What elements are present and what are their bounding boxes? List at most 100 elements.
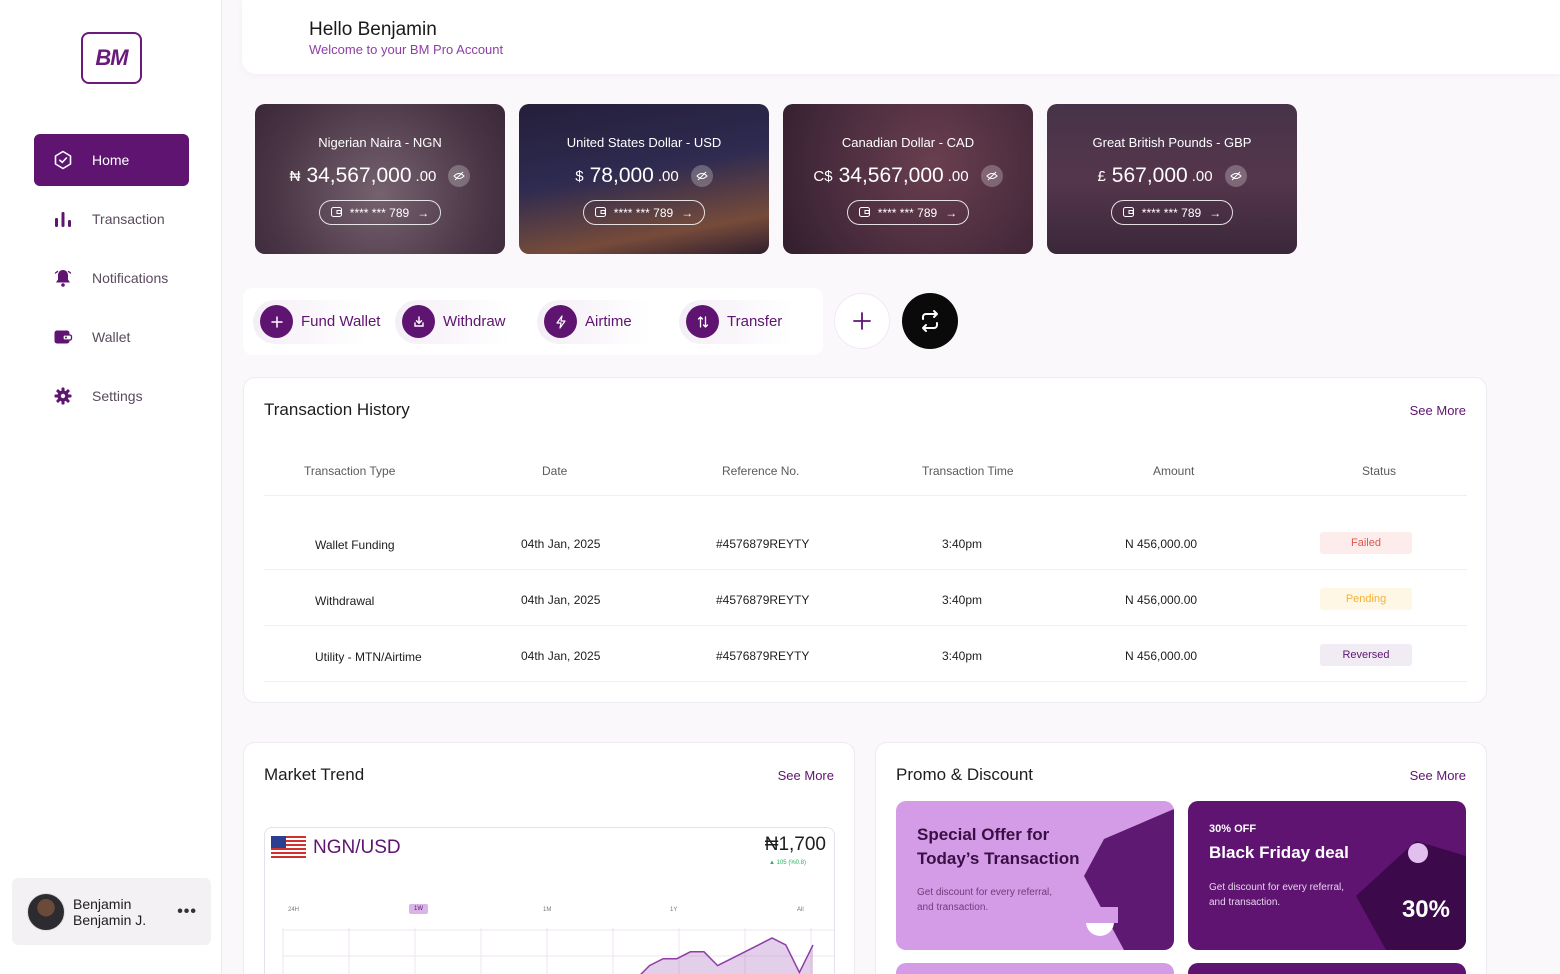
rate-change: ▲ 105 (%0.8) [769, 860, 806, 866]
sidebar-item-label: Transaction [92, 211, 165, 227]
column-header: Reference No. [722, 464, 800, 478]
column-header: Transaction Type [304, 464, 396, 478]
balance-amount: 78,000 [589, 164, 654, 187]
more-options-icon[interactable]: ••• [177, 903, 197, 921]
home-icon [52, 149, 74, 171]
promo-title: Black Friday deal [1209, 843, 1349, 862]
sidebar-item-label: Wallet [92, 329, 131, 345]
column-header: Status [1362, 464, 1397, 478]
period-1y[interactable]: 1Y [670, 907, 677, 913]
cell-date: 04th Jan, 2025 [521, 537, 601, 551]
panel-title: Transaction History [264, 400, 410, 419]
airtime-button[interactable]: Airtime [537, 299, 679, 344]
balance-amount: 34,567,000 [838, 164, 944, 187]
balance: £ 567,000 .00 [1047, 164, 1297, 188]
sidebar-item-label: Settings [92, 388, 143, 404]
hide-balance-icon[interactable] [448, 165, 471, 187]
table-row[interactable]: Utility - MTN/Airtime 04th Jan, 2025 #45… [264, 626, 1467, 682]
account-number-pill[interactable]: **** *** 789 → [847, 200, 969, 225]
sidebar-item-settings[interactable]: Settings [34, 370, 189, 422]
sidebar-item-transaction[interactable]: Transaction [34, 193, 189, 245]
sidebar-item-wallet[interactable]: Wallet [34, 311, 189, 363]
market-chart: NGN/USD ₦1,700 ▲ 105 (%0.8) 24H 1W 1M 1Y… [264, 827, 835, 974]
period-24h[interactable]: 24H [288, 907, 299, 913]
see-more-link[interactable]: See More [1410, 768, 1466, 783]
currency-name: United States Dollar - USD [566, 135, 722, 150]
transaction-history-panel: Transaction History See More Transaction… [243, 377, 1487, 703]
cell-time: 3:40pm [942, 537, 983, 551]
account-number: **** *** 789 [613, 205, 674, 220]
cell-type: Utility - MTN/Airtime [315, 650, 422, 664]
account-number-pill[interactable]: **** *** 789 → [319, 200, 441, 225]
column-header: Amount [1153, 464, 1195, 478]
table-row[interactable]: Withdrawal 04th Jan, 2025 #4576879REYTY … [264, 570, 1467, 626]
see-more-link[interactable]: See More [778, 768, 834, 783]
cell-amount: N 456,000.00 [1125, 537, 1198, 551]
currency-card-ngn[interactable]: Nigerian Naira - NGN ₦ 34,567,000 .00 **… [255, 104, 505, 254]
gear-icon [52, 385, 74, 407]
sidebar-item-label: Home [92, 152, 130, 168]
arrows-updown-icon [686, 305, 719, 338]
add-action-button[interactable] [834, 293, 890, 349]
user-card[interactable]: Benjamin Benjamin J. ••• [12, 878, 211, 945]
swap-button[interactable] [902, 293, 958, 349]
trend-chart-svg [282, 928, 834, 974]
cell-ref: #4576879REYTY [716, 537, 810, 551]
account-number: **** *** 789 [877, 205, 938, 220]
period-1m[interactable]: 1M [543, 907, 551, 913]
transfer-button[interactable]: Transfer [679, 299, 821, 344]
top-bar: Hello Benjamin Welcome to your BM Pro Ac… [242, 0, 1560, 74]
balance-decimals: .00 [657, 167, 679, 185]
fund-wallet-button[interactable]: Fund Wallet [253, 299, 395, 344]
currency-card-usd[interactable]: United States Dollar - USD $ 78,000 .00 … [519, 104, 769, 254]
cell-time: 3:40pm [942, 593, 983, 607]
promo-card-special-offer[interactable]: Special Offer for Today’s Transaction Ge… [896, 801, 1174, 950]
cell-amount: N 456,000.00 [1125, 593, 1198, 607]
promo-card-black-friday[interactable]: 30% OFF Black Friday deal Get discount f… [1188, 801, 1466, 950]
arrow-right-icon: → [945, 205, 958, 220]
status-badge: Reversed [1320, 644, 1412, 666]
us-flag-icon [271, 836, 306, 859]
plus-icon [853, 312, 871, 330]
promo-card-next[interactable] [896, 963, 1174, 974]
currency-symbol: ₦ [289, 167, 301, 185]
brand-logo[interactable]: BM [81, 32, 142, 84]
period-1w[interactable]: 1W [409, 904, 428, 914]
account-number-pill[interactable]: **** *** 789 → [1111, 200, 1233, 225]
see-more-link[interactable]: See More [1410, 403, 1466, 418]
sidebar-item-home[interactable]: Home [34, 134, 189, 186]
action-label: Airtime [585, 313, 632, 330]
greeting-subtitle: Welcome to your BM Pro Account [309, 42, 504, 57]
sidebar-item-label: Notifications [92, 270, 169, 286]
currency-card-cad[interactable]: Canadian Dollar - CAD C$ 34,567,000 .00 … [783, 104, 1033, 254]
plus-icon [260, 305, 293, 338]
bell-icon [52, 267, 74, 289]
table-row[interactable]: Wallet Funding 04th Jan, 2025 #4576879RE… [264, 514, 1467, 570]
hide-balance-icon[interactable] [1224, 165, 1247, 187]
status-badge: Failed [1320, 532, 1412, 554]
promo-card-next[interactable] [1188, 963, 1466, 974]
promo-title: Special Offer for Today’s Transaction [917, 825, 1080, 868]
user-names: Benjamin Benjamin J. [73, 896, 146, 928]
hide-balance-icon[interactable] [980, 165, 1003, 187]
arrow-right-icon: → [681, 205, 694, 220]
greeting: Hello Benjamin [309, 19, 437, 40]
currency-symbol: £ [1097, 167, 1106, 185]
period-selector: 24H 1W 1M 1Y All [265, 904, 834, 918]
market-trend-panel: Market Trend See More NGN/USD ₦1,700 ▲ 1… [243, 742, 855, 974]
card-icon [1122, 206, 1134, 220]
account-number-pill[interactable]: **** *** 789 → [583, 200, 705, 225]
cell-time: 3:40pm [942, 649, 983, 663]
withdraw-button[interactable]: Withdraw [395, 299, 537, 344]
cell-type: Withdrawal [315, 594, 375, 608]
balance-decimals: .00 [1191, 167, 1213, 185]
balance: $ 78,000 .00 [519, 164, 769, 188]
promo-percent: 30% [1401, 896, 1450, 923]
sidebar-item-notifications[interactable]: Notifications [34, 252, 189, 304]
currency-card-gbp[interactable]: Great British Pounds - GBP £ 567,000 .00… [1047, 104, 1297, 254]
period-all[interactable]: All [797, 907, 804, 913]
hide-balance-icon[interactable] [690, 165, 713, 187]
currency-name: Great British Pounds - GBP [1092, 135, 1252, 150]
exchange-rate: ₦1,700 [764, 834, 826, 855]
discount-tag-icon [1356, 841, 1466, 950]
